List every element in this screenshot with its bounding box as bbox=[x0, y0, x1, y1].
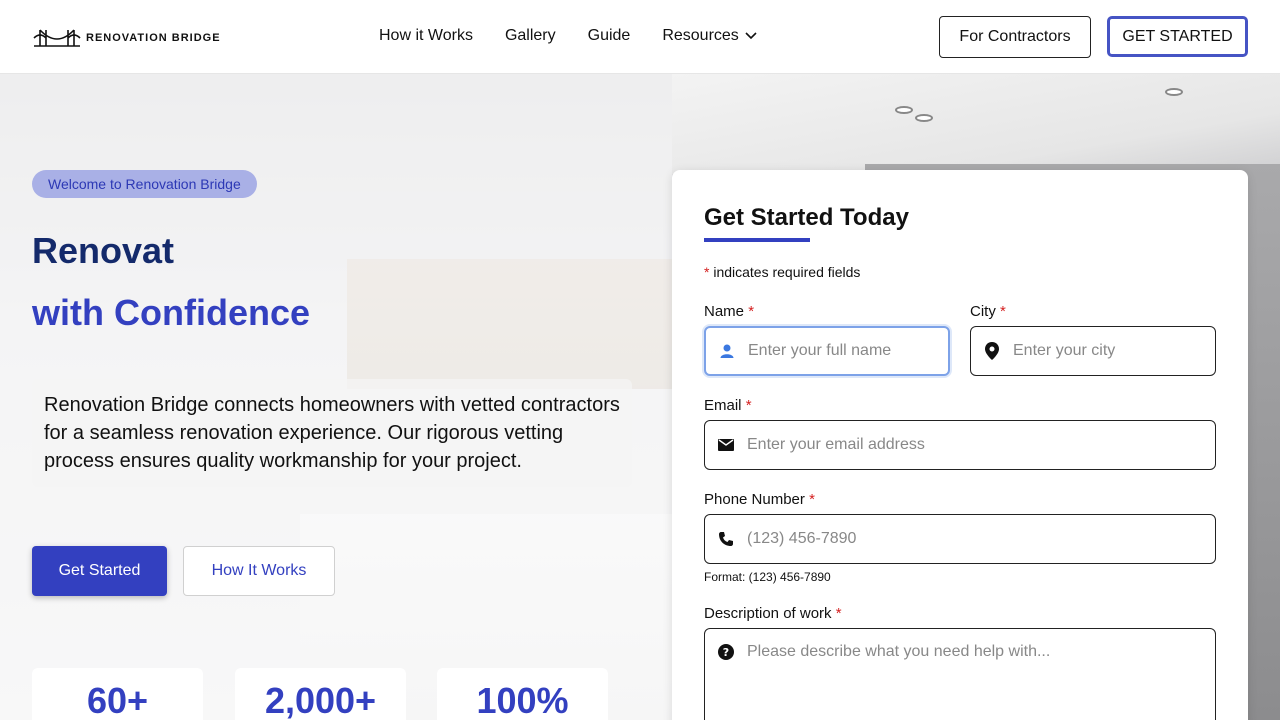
required-star: * bbox=[745, 397, 752, 414]
ceiling-light-icon bbox=[1165, 88, 1183, 96]
phone-icon bbox=[717, 530, 735, 548]
phone-label-text: Phone Number bbox=[704, 491, 805, 508]
phone-format-hint: Format: (123) 456-7890 bbox=[704, 570, 831, 584]
form-title: Get Started Today bbox=[704, 204, 909, 231]
main-nav: How it Works Gallery Guide Resources bbox=[379, 27, 757, 45]
for-contractors-button[interactable]: For Contractors bbox=[939, 16, 1091, 58]
description-label-text: Description of work bbox=[704, 605, 832, 622]
chevron-down-icon bbox=[745, 32, 757, 40]
svg-text:?: ? bbox=[723, 646, 729, 659]
city-label-text: City bbox=[970, 303, 996, 320]
nav-resources-label: Resources bbox=[662, 27, 739, 44]
get-started-button[interactable]: Get Started bbox=[32, 546, 167, 596]
city-field[interactable] bbox=[970, 326, 1216, 376]
ceiling-light-icon bbox=[915, 114, 933, 122]
how-it-works-button[interactable]: How It Works bbox=[183, 546, 335, 596]
site-header: RENOVATION BRIDGE How it Works Gallery G… bbox=[0, 0, 1280, 74]
ceiling-light-icon bbox=[895, 106, 913, 114]
welcome-badge: Welcome to Renovation Bridge bbox=[32, 170, 257, 198]
name-input[interactable] bbox=[748, 342, 948, 360]
get-started-header-button[interactable]: GET STARTED bbox=[1107, 16, 1248, 57]
description-input[interactable] bbox=[747, 643, 1215, 720]
required-note-text: indicates required fields bbox=[709, 264, 861, 280]
stat-card: 2,000+ bbox=[235, 668, 406, 720]
email-input[interactable] bbox=[747, 436, 1215, 454]
description-label: Description of work * bbox=[704, 605, 842, 622]
phone-field[interactable] bbox=[704, 514, 1216, 564]
envelope-icon bbox=[717, 436, 735, 454]
nav-gallery[interactable]: Gallery bbox=[505, 27, 556, 45]
hero-headline-line2: with Confidence bbox=[32, 292, 310, 333]
phone-input[interactable] bbox=[747, 530, 1215, 548]
person-icon bbox=[718, 342, 736, 360]
nav-guide[interactable]: Guide bbox=[588, 27, 631, 45]
nav-how-it-works[interactable]: How it Works bbox=[379, 27, 473, 45]
stat-value: 2,000+ bbox=[264, 680, 377, 720]
name-field[interactable] bbox=[704, 326, 950, 376]
location-pin-icon bbox=[983, 342, 1001, 360]
stat-card: 100% bbox=[437, 668, 608, 720]
city-input[interactable] bbox=[1013, 342, 1215, 360]
phone-label: Phone Number * bbox=[704, 491, 815, 508]
hero-section: Welcome to Renovation Bridge Renovat wit… bbox=[0, 74, 1280, 720]
bridge-logo-icon bbox=[33, 29, 81, 47]
description-field[interactable]: ? bbox=[704, 628, 1216, 720]
email-label: Email * bbox=[704, 397, 752, 414]
logo[interactable]: RENOVATION BRIDGE bbox=[32, 26, 221, 50]
nav-resources[interactable]: Resources bbox=[662, 27, 757, 45]
hero-background-ceiling bbox=[672, 74, 1280, 174]
required-star: * bbox=[1000, 303, 1006, 320]
name-label: Name * bbox=[704, 303, 754, 320]
required-star: * bbox=[835, 605, 842, 622]
title-underline bbox=[704, 238, 810, 242]
question-circle-icon: ? bbox=[717, 643, 735, 661]
name-label-text: Name bbox=[704, 303, 745, 320]
required-note: * indicates required fields bbox=[704, 264, 860, 280]
hero-headline-line1: Renovat bbox=[32, 230, 175, 271]
required-star: * bbox=[748, 303, 755, 320]
stat-card: 60+ bbox=[32, 668, 203, 720]
email-label-text: Email bbox=[704, 397, 742, 414]
logo-text: RENOVATION BRIDGE bbox=[86, 32, 221, 44]
stat-value: 100% bbox=[476, 680, 569, 720]
required-star: * bbox=[809, 491, 815, 508]
get-started-form: Get Started Today * indicates required f… bbox=[672, 170, 1248, 720]
city-label: City * bbox=[970, 303, 1006, 320]
hero-description: Renovation Bridge connects homeowners wi… bbox=[32, 379, 632, 487]
email-field[interactable] bbox=[704, 420, 1216, 470]
stat-value: 60+ bbox=[86, 680, 149, 720]
